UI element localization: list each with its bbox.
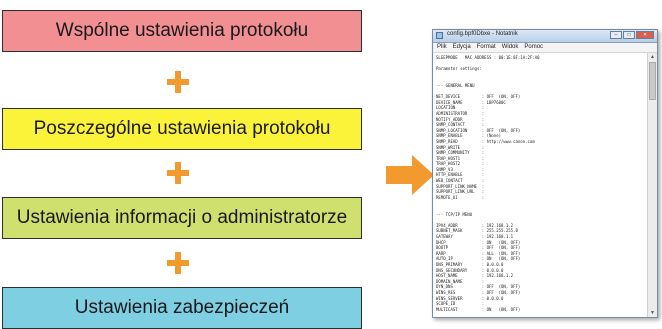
security-settings-label: Ustawienia zabezpieczeń	[74, 297, 290, 318]
plus-icon	[167, 252, 189, 274]
administrator-info-settings-box: Ustawienia informacji o administratorze	[2, 197, 362, 239]
security-settings-box: Ustawienia zabezpieczeń	[2, 287, 362, 329]
scroll-down-icon[interactable]: ▼	[648, 309, 657, 317]
menu-item-format[interactable]: Format	[477, 43, 496, 52]
plus-icon	[167, 71, 189, 93]
diagram: Wspólne ustawienia protokołu Poszczególn…	[0, 0, 662, 329]
notepad-text-area[interactable]: SLEEPMODE MAC ADDRESS : 00:1E:8F:1A:2F:A…	[433, 53, 648, 317]
minimize-button[interactable]: –	[610, 31, 622, 39]
maximize-button[interactable]: □	[623, 31, 635, 39]
menu-item-view[interactable]: Widok	[502, 43, 519, 52]
notepad-icon	[436, 32, 443, 39]
menu-item-help[interactable]: Pomoc	[524, 43, 543, 52]
notepad-titlebar[interactable]: config.bpf0Dbxe - Notatnik – □ ✕	[433, 30, 657, 43]
notepad-menubar: Plik Edycja Format Widok Pomoc	[433, 43, 657, 53]
notepad-title: config.bpf0Dbxe - Notatnik	[447, 31, 518, 37]
notepad-window: config.bpf0Dbxe - Notatnik – □ ✕ Plik Ed…	[432, 29, 658, 318]
vertical-scrollbar[interactable]: ▲ ▼	[647, 53, 657, 317]
common-protocol-settings-label: Wspólne ustawienia protokołu	[55, 20, 309, 41]
menu-item-edit[interactable]: Edycja	[453, 43, 471, 52]
scroll-up-icon[interactable]: ▲	[648, 53, 657, 61]
individual-protocol-settings-box: Poszczególne ustawienia protokołu	[2, 108, 362, 150]
scrollbar-thumb[interactable]	[649, 62, 656, 100]
administrator-info-settings-label: Ustawienia informacji o administratorze	[16, 207, 348, 228]
close-button[interactable]: ✕	[636, 31, 654, 39]
menu-item-file[interactable]: Plik	[437, 43, 447, 52]
individual-protocol-settings-label: Poszczególne ustawienia protokołu	[33, 118, 331, 139]
notepad-line: MULTICAST : ON (ON, OFF)	[436, 306, 521, 312]
common-protocol-settings-box: Wspólne ustawienia protokołu	[2, 10, 362, 52]
plus-icon	[167, 162, 189, 184]
arrow-right-icon	[386, 155, 434, 195]
